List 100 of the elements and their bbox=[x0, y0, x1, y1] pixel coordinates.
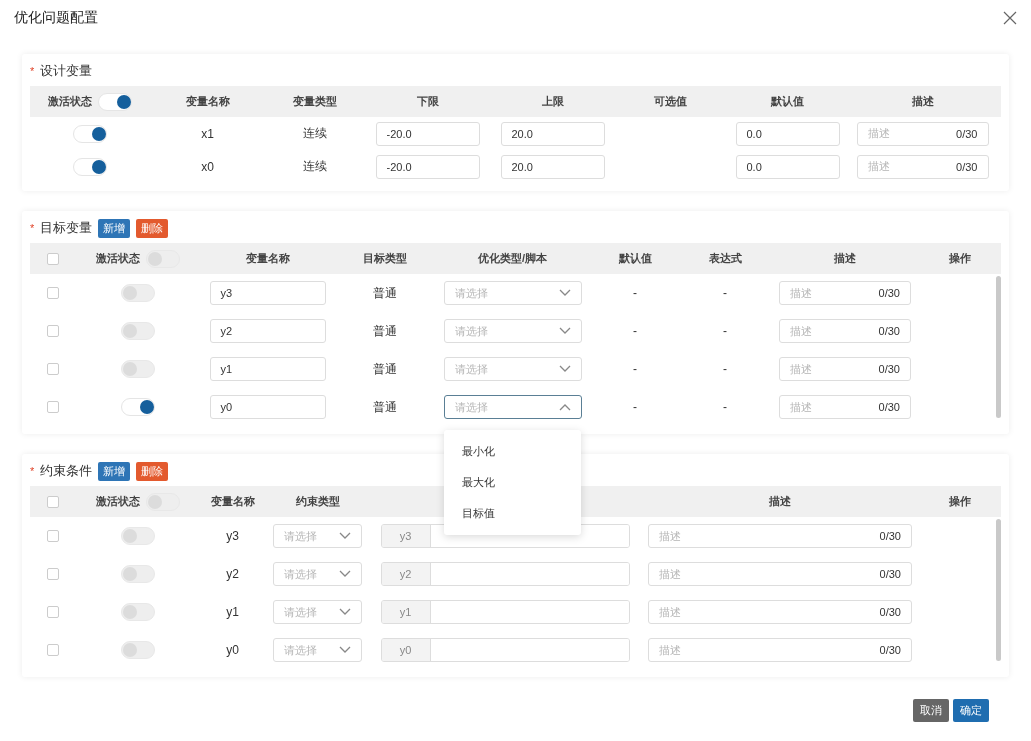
variable-name-field[interactable]: y1 bbox=[209, 357, 326, 381]
column-header: 操作 bbox=[949, 251, 971, 266]
description-field[interactable]: 描述 0/30 bbox=[856, 121, 989, 146]
chevron-down-icon bbox=[339, 532, 351, 540]
toggle-switch[interactable] bbox=[120, 641, 155, 659]
table-cell: - bbox=[633, 324, 637, 338]
table-cell: 连续 bbox=[303, 125, 327, 142]
column-header: 表达式 bbox=[708, 251, 742, 266]
toggle-switch[interactable] bbox=[73, 157, 107, 176]
column-header: 描述 bbox=[769, 494, 791, 509]
table-cell: 普通 bbox=[373, 398, 397, 416]
column-header: 变量名称 bbox=[245, 251, 290, 266]
chevron-down-icon bbox=[339, 646, 351, 654]
checkbox[interactable] bbox=[46, 495, 59, 508]
column-header: 默认值 bbox=[771, 94, 804, 109]
column-header: 描述 bbox=[834, 251, 856, 266]
upper-bound-field[interactable]: 20.0 bbox=[500, 121, 605, 146]
chevron-down-icon bbox=[558, 289, 571, 297]
chevron-down-icon bbox=[558, 365, 571, 373]
column-header: 上限 bbox=[541, 94, 564, 109]
column-header: 优化类型/脚本 bbox=[477, 251, 548, 266]
checkbox[interactable] bbox=[46, 568, 59, 580]
description-field[interactable]: 描述 0/30 bbox=[779, 357, 911, 381]
required-mark: * bbox=[30, 465, 35, 477]
checkbox[interactable] bbox=[46, 530, 59, 542]
default-value-field[interactable]: 0.0 bbox=[735, 121, 840, 146]
column-header: 变量名称 bbox=[210, 494, 255, 509]
table-cell: - bbox=[723, 400, 727, 414]
toggle-switch[interactable] bbox=[120, 284, 155, 302]
table-cell: y3 bbox=[226, 529, 239, 543]
chevron-down-icon bbox=[558, 327, 571, 335]
add-button[interactable]: 新增 bbox=[98, 461, 131, 481]
column-header: 变量名称 bbox=[185, 94, 230, 109]
required-mark: * bbox=[30, 65, 35, 77]
table-cell: 普通 bbox=[373, 284, 397, 302]
lower-bound-field[interactable]: -20.0 bbox=[375, 154, 480, 179]
description-field[interactable]: 描述 0/30 bbox=[856, 154, 989, 179]
table-cell: y0 bbox=[226, 643, 239, 657]
section-title: 设计变量 bbox=[40, 62, 93, 80]
table-cell: y1 bbox=[226, 605, 239, 619]
description-field[interactable]: 描述 0/30 bbox=[648, 524, 912, 548]
table-cell: y2 bbox=[226, 567, 239, 581]
column-header: 下限 bbox=[416, 94, 439, 109]
checkbox[interactable] bbox=[46, 401, 59, 413]
chevron-up-icon bbox=[558, 403, 571, 411]
column-header: 默认值 bbox=[618, 251, 652, 266]
toggle-switch[interactable] bbox=[120, 565, 155, 583]
variable-name-field[interactable]: y3 bbox=[209, 281, 326, 305]
lower-bound-field[interactable]: -20.0 bbox=[375, 121, 480, 146]
toggle-switch[interactable] bbox=[73, 124, 107, 143]
checkbox[interactable] bbox=[46, 363, 59, 375]
toggle-switch[interactable] bbox=[120, 360, 155, 378]
default-value-field[interactable]: 0.0 bbox=[735, 154, 840, 179]
description-field[interactable]: 描述 0/30 bbox=[648, 638, 912, 662]
close-icon[interactable] bbox=[1003, 11, 1017, 25]
checkbox[interactable] bbox=[46, 325, 59, 337]
description-field[interactable]: 描述 0/30 bbox=[779, 319, 911, 343]
table-cell: - bbox=[723, 362, 727, 376]
toggle-switch[interactable] bbox=[120, 527, 155, 545]
table-cell: - bbox=[633, 362, 637, 376]
scrollbar[interactable] bbox=[996, 519, 1001, 661]
column-header: 变量类型 bbox=[293, 94, 337, 109]
description-field[interactable]: 描述 0/30 bbox=[648, 562, 912, 586]
chevron-down-icon bbox=[339, 608, 351, 616]
toggle-switch[interactable] bbox=[98, 92, 132, 111]
dropdown-option[interactable]: 最大化 bbox=[443, 467, 581, 498]
cancel-button[interactable]: 取消 bbox=[913, 699, 949, 722]
table-cell: - bbox=[723, 324, 727, 338]
checkbox[interactable] bbox=[46, 644, 59, 656]
column-header: 激活状态 bbox=[48, 94, 92, 109]
checkbox[interactable] bbox=[46, 287, 59, 299]
column-header: 操作 bbox=[949, 494, 971, 509]
section-title: 约束条件 bbox=[40, 462, 93, 480]
required-mark: * bbox=[30, 222, 35, 234]
section-title: 目标变量 bbox=[40, 219, 93, 237]
toggle-switch[interactable] bbox=[120, 398, 155, 416]
confirm-button[interactable]: 确定 bbox=[953, 699, 989, 722]
variable-name-field[interactable]: y0 bbox=[209, 395, 326, 419]
dropdown-option[interactable]: 最小化 bbox=[443, 436, 581, 467]
table-cell: x1 bbox=[201, 126, 214, 141]
table-cell: 普通 bbox=[373, 360, 397, 378]
description-field[interactable]: 描述 0/30 bbox=[779, 395, 911, 419]
description-field[interactable]: 描述 0/30 bbox=[648, 600, 912, 624]
checkbox[interactable] bbox=[46, 252, 59, 265]
delete-button[interactable]: 删除 bbox=[136, 461, 169, 481]
column-header: 约束类型 bbox=[295, 494, 340, 509]
column-header: 激活状态 bbox=[95, 251, 140, 266]
table-cell: - bbox=[633, 286, 637, 300]
delete-button[interactable]: 删除 bbox=[136, 218, 169, 238]
toggle-switch[interactable] bbox=[120, 322, 155, 340]
column-header: 描述 bbox=[911, 94, 934, 109]
scrollbar[interactable] bbox=[996, 276, 1001, 418]
table-cell: - bbox=[723, 286, 727, 300]
column-header: 目标类型 bbox=[363, 251, 407, 266]
description-field[interactable]: 描述 0/30 bbox=[779, 281, 911, 305]
add-button[interactable]: 新增 bbox=[98, 218, 131, 238]
variable-name-field[interactable]: y2 bbox=[209, 319, 326, 343]
upper-bound-field[interactable]: 20.0 bbox=[500, 154, 605, 179]
checkbox[interactable] bbox=[46, 606, 59, 618]
toggle-switch[interactable] bbox=[120, 603, 155, 621]
